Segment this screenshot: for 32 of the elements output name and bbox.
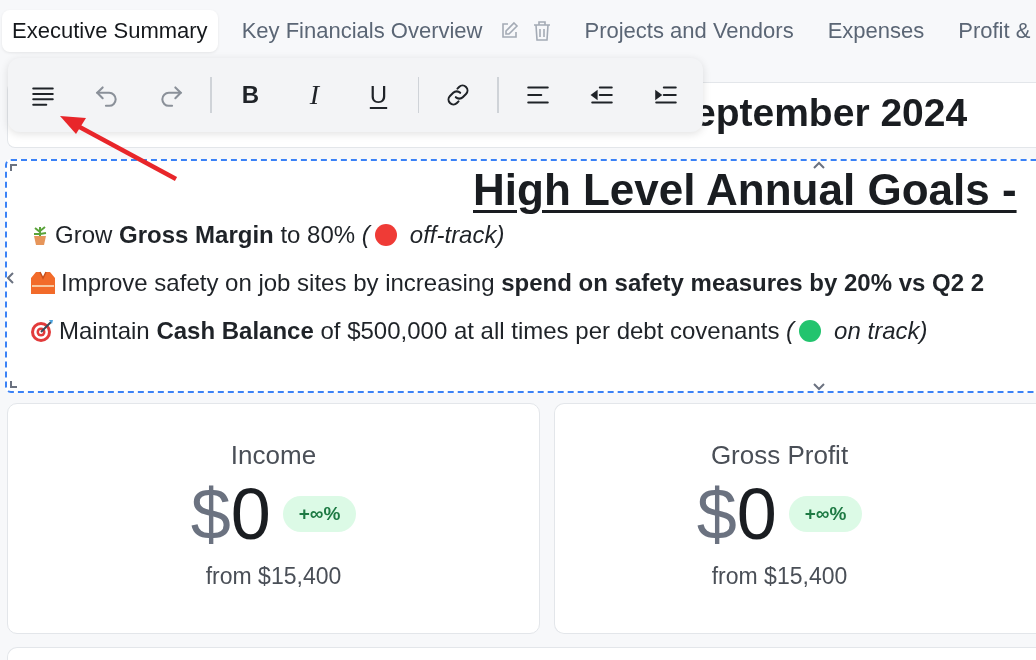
card-title: Gross Profit: [710, 440, 849, 471]
kpi-value: 0: [230, 473, 271, 555]
currency-symbol: $: [696, 473, 737, 555]
underline-button[interactable]: U: [351, 68, 406, 122]
resize-handle-icon[interactable]: [10, 164, 18, 172]
tab[interactable]: Expenses: [817, 10, 935, 52]
baseline-text: from $15,400: [711, 563, 848, 590]
italic-button[interactable]: I: [287, 68, 342, 122]
currency-symbol: $: [190, 473, 231, 555]
chevron-down-icon[interactable]: [813, 383, 825, 391]
chevron-left-icon[interactable]: [7, 272, 14, 284]
change-badge: +∞%: [282, 496, 357, 532]
status-label: off-track): [409, 221, 505, 249]
goal-text: Grow Gross Margin to 80% (: [55, 221, 370, 249]
target-icon: [30, 319, 54, 343]
link-icon: [445, 82, 471, 108]
tab[interactable]: Projects and Vendors: [574, 10, 804, 52]
goal-text: Maintain Cash Balance of $500,000 at all times per debt covenants (: [59, 317, 795, 345]
baseline-text: from $15,400: [205, 563, 342, 590]
page-title: eptember 2024: [694, 91, 968, 135]
kpi-value: 0: [736, 473, 777, 555]
chevron-up-icon[interactable]: [813, 161, 825, 169]
status-label: on track): [834, 317, 928, 345]
bold-button[interactable]: B: [223, 68, 278, 122]
tab[interactable]: Executive Summary: [2, 10, 218, 52]
resize-handle-icon[interactable]: [10, 380, 18, 388]
card-title: Income: [230, 440, 317, 471]
safety-vest-icon: [30, 270, 56, 296]
change-badge: +∞%: [788, 496, 863, 532]
tab[interactable]: Profit &: [948, 10, 1036, 52]
goals-heading: High Level Annual Goals -: [473, 165, 1017, 215]
goal-text: Improve safety on job sites by increasing spend on safety measures by 20% vs Q2 2: [61, 269, 985, 297]
